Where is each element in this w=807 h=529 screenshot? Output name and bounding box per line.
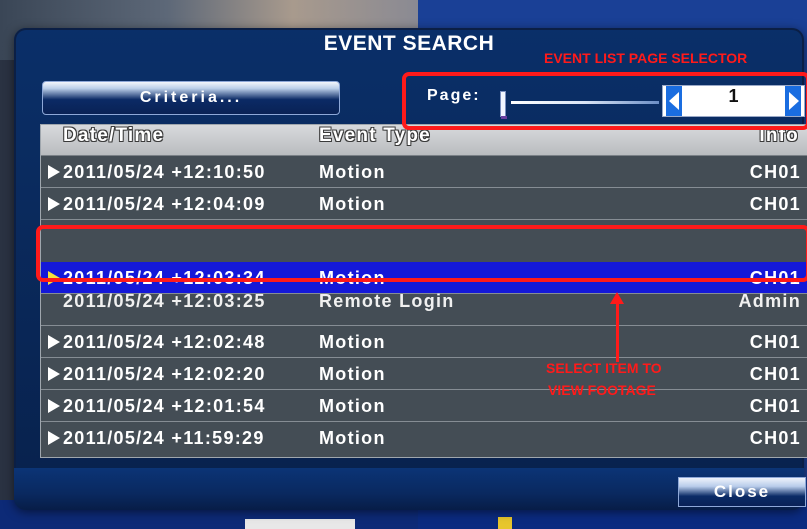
table-row[interactable]: 2011/05/24 +12:04:09 Motion CH01 xyxy=(41,188,807,220)
table-row[interactable]: 2011/05/24 +12:02:20 Motion CH01 xyxy=(41,358,807,390)
row-event-type: Motion xyxy=(319,428,386,448)
row-info: Admin xyxy=(738,291,801,311)
row-info: CH01 xyxy=(749,396,801,416)
column-header-datetime[interactable]: Date/Time xyxy=(63,125,164,147)
criteria-button[interactable]: Criteria... xyxy=(42,81,340,115)
table-row[interactable]: 2011/05/24 +12:03:25 Remote Login Admin xyxy=(41,291,807,326)
row-event-type: Remote Login xyxy=(319,291,455,311)
row-event-type: Motion xyxy=(319,396,386,416)
play-arrow-icon xyxy=(48,367,60,381)
table-row[interactable]: 2011/05/24 +11:59:29 Motion CH01 xyxy=(41,422,807,454)
row-datetime: 2011/05/24 +12:04:09 xyxy=(63,194,266,214)
row-datetime: 2011/05/24 +12:02:48 xyxy=(63,332,266,352)
table-row[interactable]: 2011/05/24 +12:02:48 Motion CH01 xyxy=(41,326,807,358)
status-strip xyxy=(245,519,355,529)
callout-arrow-line xyxy=(616,300,619,362)
row-datetime: 2011/05/24 +12:03:25 xyxy=(63,291,266,311)
row-datetime: 2011/05/24 +12:02:20 xyxy=(63,364,266,384)
play-arrow-icon xyxy=(48,165,60,179)
close-button[interactable]: Close xyxy=(678,477,806,507)
row-datetime: 2011/05/24 +11:59:29 xyxy=(63,428,265,448)
table-row[interactable]: 2011/05/24 +12:01:54 Motion CH01 xyxy=(41,390,807,422)
row-info: CH01 xyxy=(749,194,801,214)
play-arrow-icon xyxy=(48,197,60,211)
play-arrow-icon xyxy=(48,335,60,349)
select-item-callout-line1: SELECT ITEM TO xyxy=(546,360,662,376)
table-row[interactable]: 2011/05/24 +12:10:50 Motion CH01 xyxy=(41,156,807,188)
page-selector-highlight xyxy=(402,72,807,130)
select-item-callout-line2: VIEW FOOTAGE xyxy=(548,382,656,398)
status-indicator-icon xyxy=(498,517,512,529)
row-event-type: Motion xyxy=(319,364,386,384)
play-arrow-icon xyxy=(48,399,60,413)
row-event-type: Motion xyxy=(319,332,386,352)
row-event-type: Motion xyxy=(319,194,386,214)
row-info: CH01 xyxy=(749,332,801,352)
row-info: CH01 xyxy=(749,364,801,384)
page-selector-callout: EVENT LIST PAGE SELECTOR xyxy=(544,50,748,66)
event-list: Date/Time Event Type Info 2011/05/24 +12… xyxy=(40,124,807,458)
row-info: CH01 xyxy=(749,428,801,448)
row-datetime: 2011/05/24 +12:10:50 xyxy=(63,162,266,182)
play-arrow-icon xyxy=(48,431,60,445)
row-event-type: Motion xyxy=(319,162,386,182)
row-info: CH01 xyxy=(749,162,801,182)
selected-row-highlight xyxy=(36,225,807,282)
row-datetime: 2011/05/24 +12:01:54 xyxy=(63,396,266,416)
